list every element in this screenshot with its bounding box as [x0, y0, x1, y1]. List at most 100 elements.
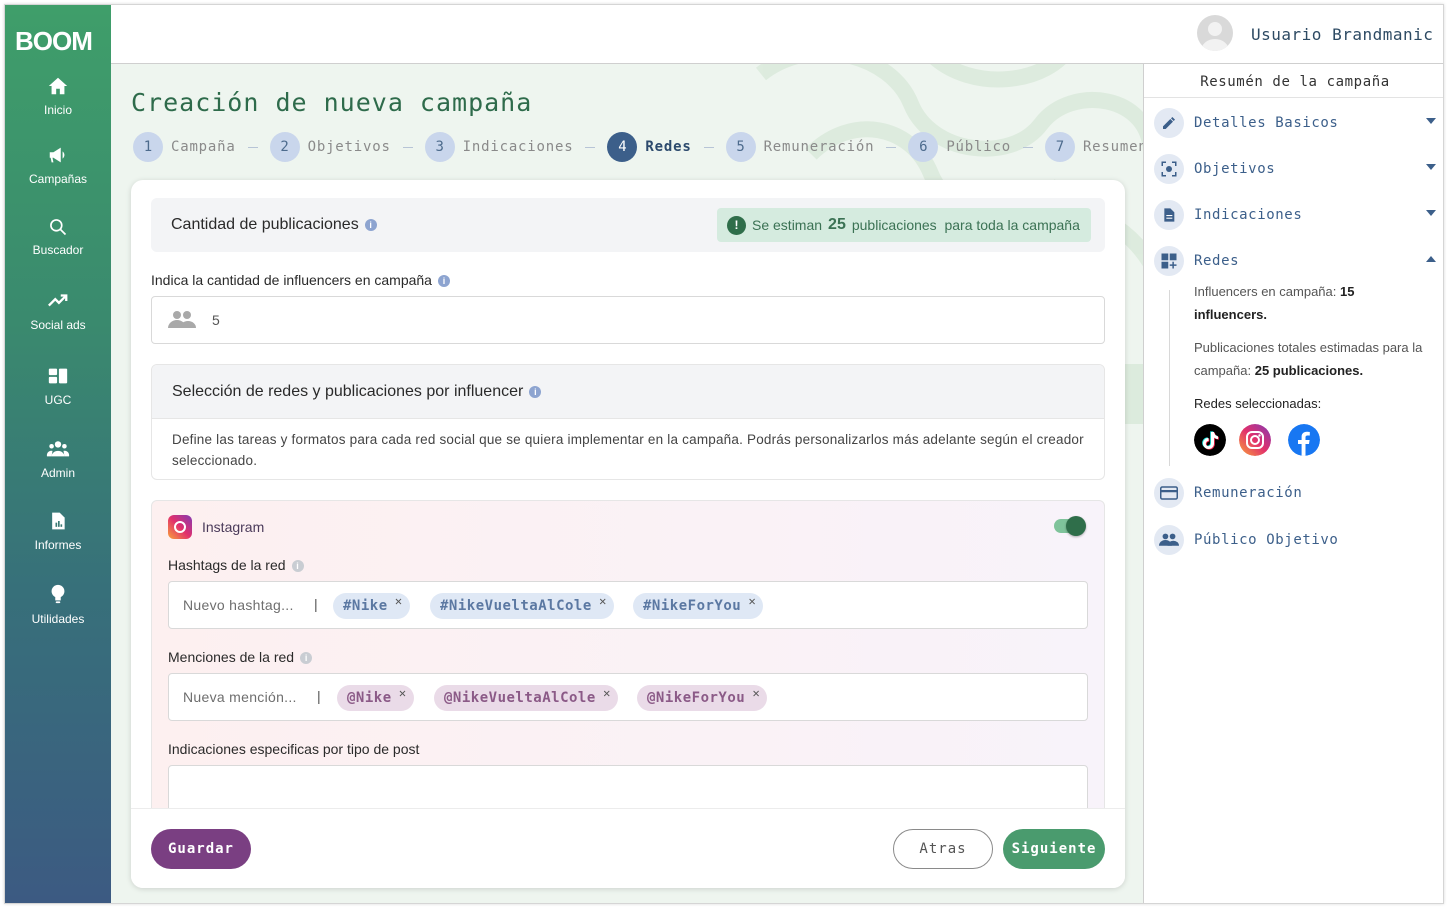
summary-item-detalles[interactable]: Detalles Basicos: [1154, 108, 1436, 140]
mention-chip: @Nike ✕: [337, 685, 414, 711]
networks-description: Define las tareas y formatos para cada r…: [172, 432, 1084, 468]
mention-chip: @NikeVueltaAlCole ✕: [434, 685, 618, 711]
hashtag-chip: #Nike ✕: [333, 593, 410, 619]
report-icon: [52, 512, 65, 530]
step-publico[interactable]: 6 Público: [908, 132, 1011, 162]
influencers-label: Indica la cantidad de influencers en cam…: [151, 272, 432, 288]
trending-up-icon: [48, 294, 68, 307]
estimate-count: 25: [828, 216, 846, 233]
remove-chip-icon[interactable]: ✕: [395, 594, 403, 608]
chevron-down-icon: [1426, 118, 1436, 124]
avatar[interactable]: [1197, 15, 1233, 51]
influencers-summary: Influencers en campaña: 15 influencers.: [1194, 284, 1355, 322]
step-separator: [1022, 146, 1033, 148]
sidebar-item-label: UGC: [44, 393, 72, 407]
home-icon: [48, 77, 68, 95]
step-remuneracion[interactable]: 5 Remuneración: [725, 132, 875, 162]
step-redes[interactable]: 4 Redes: [607, 132, 691, 162]
hashtags-input[interactable]: Nuevo hashtag... | #Nike ✕ #NikeVueltaAlC…: [168, 581, 1088, 629]
sidebar-item-label: Admin: [40, 466, 75, 480]
specific-indications-label: Indicaciones especificas por tipo de pos…: [168, 741, 420, 757]
instagram-icon: [168, 515, 192, 539]
sidebar-item-social-ads[interactable]: Social ads: [5, 290, 111, 350]
remove-chip-icon[interactable]: ✕: [603, 686, 611, 700]
publications-title: Cantidad de publicaciones: [171, 216, 359, 233]
summary-item-publico[interactable]: Público Objetivo: [1154, 525, 1436, 557]
form-card: Cantidad de publicaciones i ! Se estiman …: [131, 180, 1125, 888]
info-icon[interactable]: i: [291, 560, 304, 572]
sidebar-item-label: Buscador: [32, 243, 84, 257]
mention-placeholder: Nueva mención...: [183, 689, 297, 705]
grid-add-icon: [1154, 246, 1184, 276]
boom-logo[interactable]: BOOM: [15, 27, 103, 53]
username[interactable]: Usuario Brandmanic: [1251, 25, 1433, 44]
remove-chip-icon[interactable]: ✕: [752, 686, 760, 700]
back-button[interactable]: Atras: [893, 829, 993, 869]
instagram-panel: Instagram Hashtags de la red i Nuevo hash…: [151, 500, 1105, 820]
instagram-icon[interactable]: [1239, 424, 1271, 456]
target-icon: [1154, 154, 1184, 184]
publications-header: Cantidad de publicaciones i ! Se estiman …: [151, 198, 1105, 252]
summary-item-indicaciones[interactable]: Indicaciones: [1154, 200, 1436, 232]
info-icon[interactable]: i: [300, 652, 313, 664]
sidebar-item-label: Social ads: [30, 318, 86, 332]
summary-item-remuneracion[interactable]: Remuneración: [1154, 478, 1436, 510]
main-content: Creación de nueva campaña 1 Campaña 2 Obje…: [111, 64, 1143, 903]
megaphone-icon: [49, 147, 65, 163]
search-icon: [50, 219, 67, 236]
mentions-label: Menciones de la red: [168, 649, 295, 665]
estimate-suffix: publicaciones para toda la campaña: [851, 217, 1080, 233]
sidebar-item-ugc[interactable]: UGC: [5, 365, 111, 425]
dashboard-icon: [48, 368, 68, 384]
info-icon[interactable]: i: [529, 386, 542, 398]
estimate-badge: ! Se estiman 25 publicaciones para toda …: [717, 208, 1091, 242]
info-icon[interactable]: i: [437, 275, 450, 287]
instagram-name: Instagram: [202, 519, 265, 535]
instagram-toggle[interactable]: [1054, 516, 1086, 536]
step-campana[interactable]: 1 Campaña: [133, 132, 236, 162]
page-title: Creación de nueva campaña: [131, 88, 533, 117]
hashtag-placeholder: Nuevo hashtag...: [183, 597, 294, 613]
hashtag-chip: #NikeVueltaAlCole ✕: [430, 593, 614, 619]
summary-title: Resumén de la campaña: [1144, 64, 1443, 98]
influencers-value: 5: [212, 312, 220, 328]
sidebar-item-buscador[interactable]: Buscador: [5, 217, 111, 277]
stepper: 1 Campaña 2 Objetivos 3 Indicaciones 4 Redes…: [133, 131, 1143, 163]
step-separator: [703, 146, 714, 148]
sidebar-item-utilidades[interactable]: Utilidades: [5, 582, 111, 642]
step-separator: [585, 146, 596, 148]
people-icon: [1154, 525, 1184, 555]
step-separator: [247, 146, 258, 148]
chevron-down-icon: [1426, 164, 1436, 170]
top-bar: Usuario Brandmanic: [111, 5, 1443, 64]
credit-card-icon: [1154, 478, 1184, 508]
toggle-knob: [1066, 516, 1086, 536]
info-icon[interactable]: i: [364, 219, 377, 231]
summary-item-objetivos[interactable]: Objetivos: [1154, 154, 1436, 186]
remove-chip-icon[interactable]: ✕: [399, 686, 407, 700]
estimate-prefix: Se estiman: [752, 217, 823, 233]
influencers-count-input[interactable]: 5: [151, 296, 1105, 344]
user-avatar-icon: [1201, 22, 1229, 51]
save-button[interactable]: Guardar: [151, 829, 251, 869]
chevron-up-icon: [1426, 256, 1436, 262]
sidebar-item-campanas[interactable]: Campañas: [5, 144, 111, 204]
tree-line: [1169, 290, 1170, 466]
sidebar-item-inicio[interactable]: Inicio: [5, 75, 111, 135]
sidebar-item-admin[interactable]: Admin: [5, 438, 111, 498]
sidebar-item-informes[interactable]: Informes: [5, 510, 111, 570]
people-icon: [168, 311, 196, 328]
facebook-icon[interactable]: [1288, 424, 1320, 456]
remove-chip-icon[interactable]: ✕: [748, 594, 756, 608]
step-resumen[interactable]: 7 Resumen: [1044, 132, 1143, 162]
chevron-down-icon: [1426, 210, 1436, 216]
app-window: BOOM Inicio Campañas Buscador Social ads…: [4, 4, 1444, 904]
remove-chip-icon[interactable]: ✕: [599, 594, 607, 608]
next-button[interactable]: Siguiente: [1003, 829, 1105, 869]
tiktok-icon[interactable]: [1194, 424, 1226, 456]
mentions-input[interactable]: Nueva mención... | @Nike ✕ @NikeVueltaAlC…: [168, 673, 1088, 721]
networks-title: Selección de redes y publicaciones por i…: [172, 383, 524, 400]
summary-item-redes[interactable]: Redes: [1154, 246, 1436, 278]
step-objetivos[interactable]: 2 Objetivos: [269, 132, 391, 162]
step-indicaciones[interactable]: 3 Indicaciones: [424, 132, 574, 162]
